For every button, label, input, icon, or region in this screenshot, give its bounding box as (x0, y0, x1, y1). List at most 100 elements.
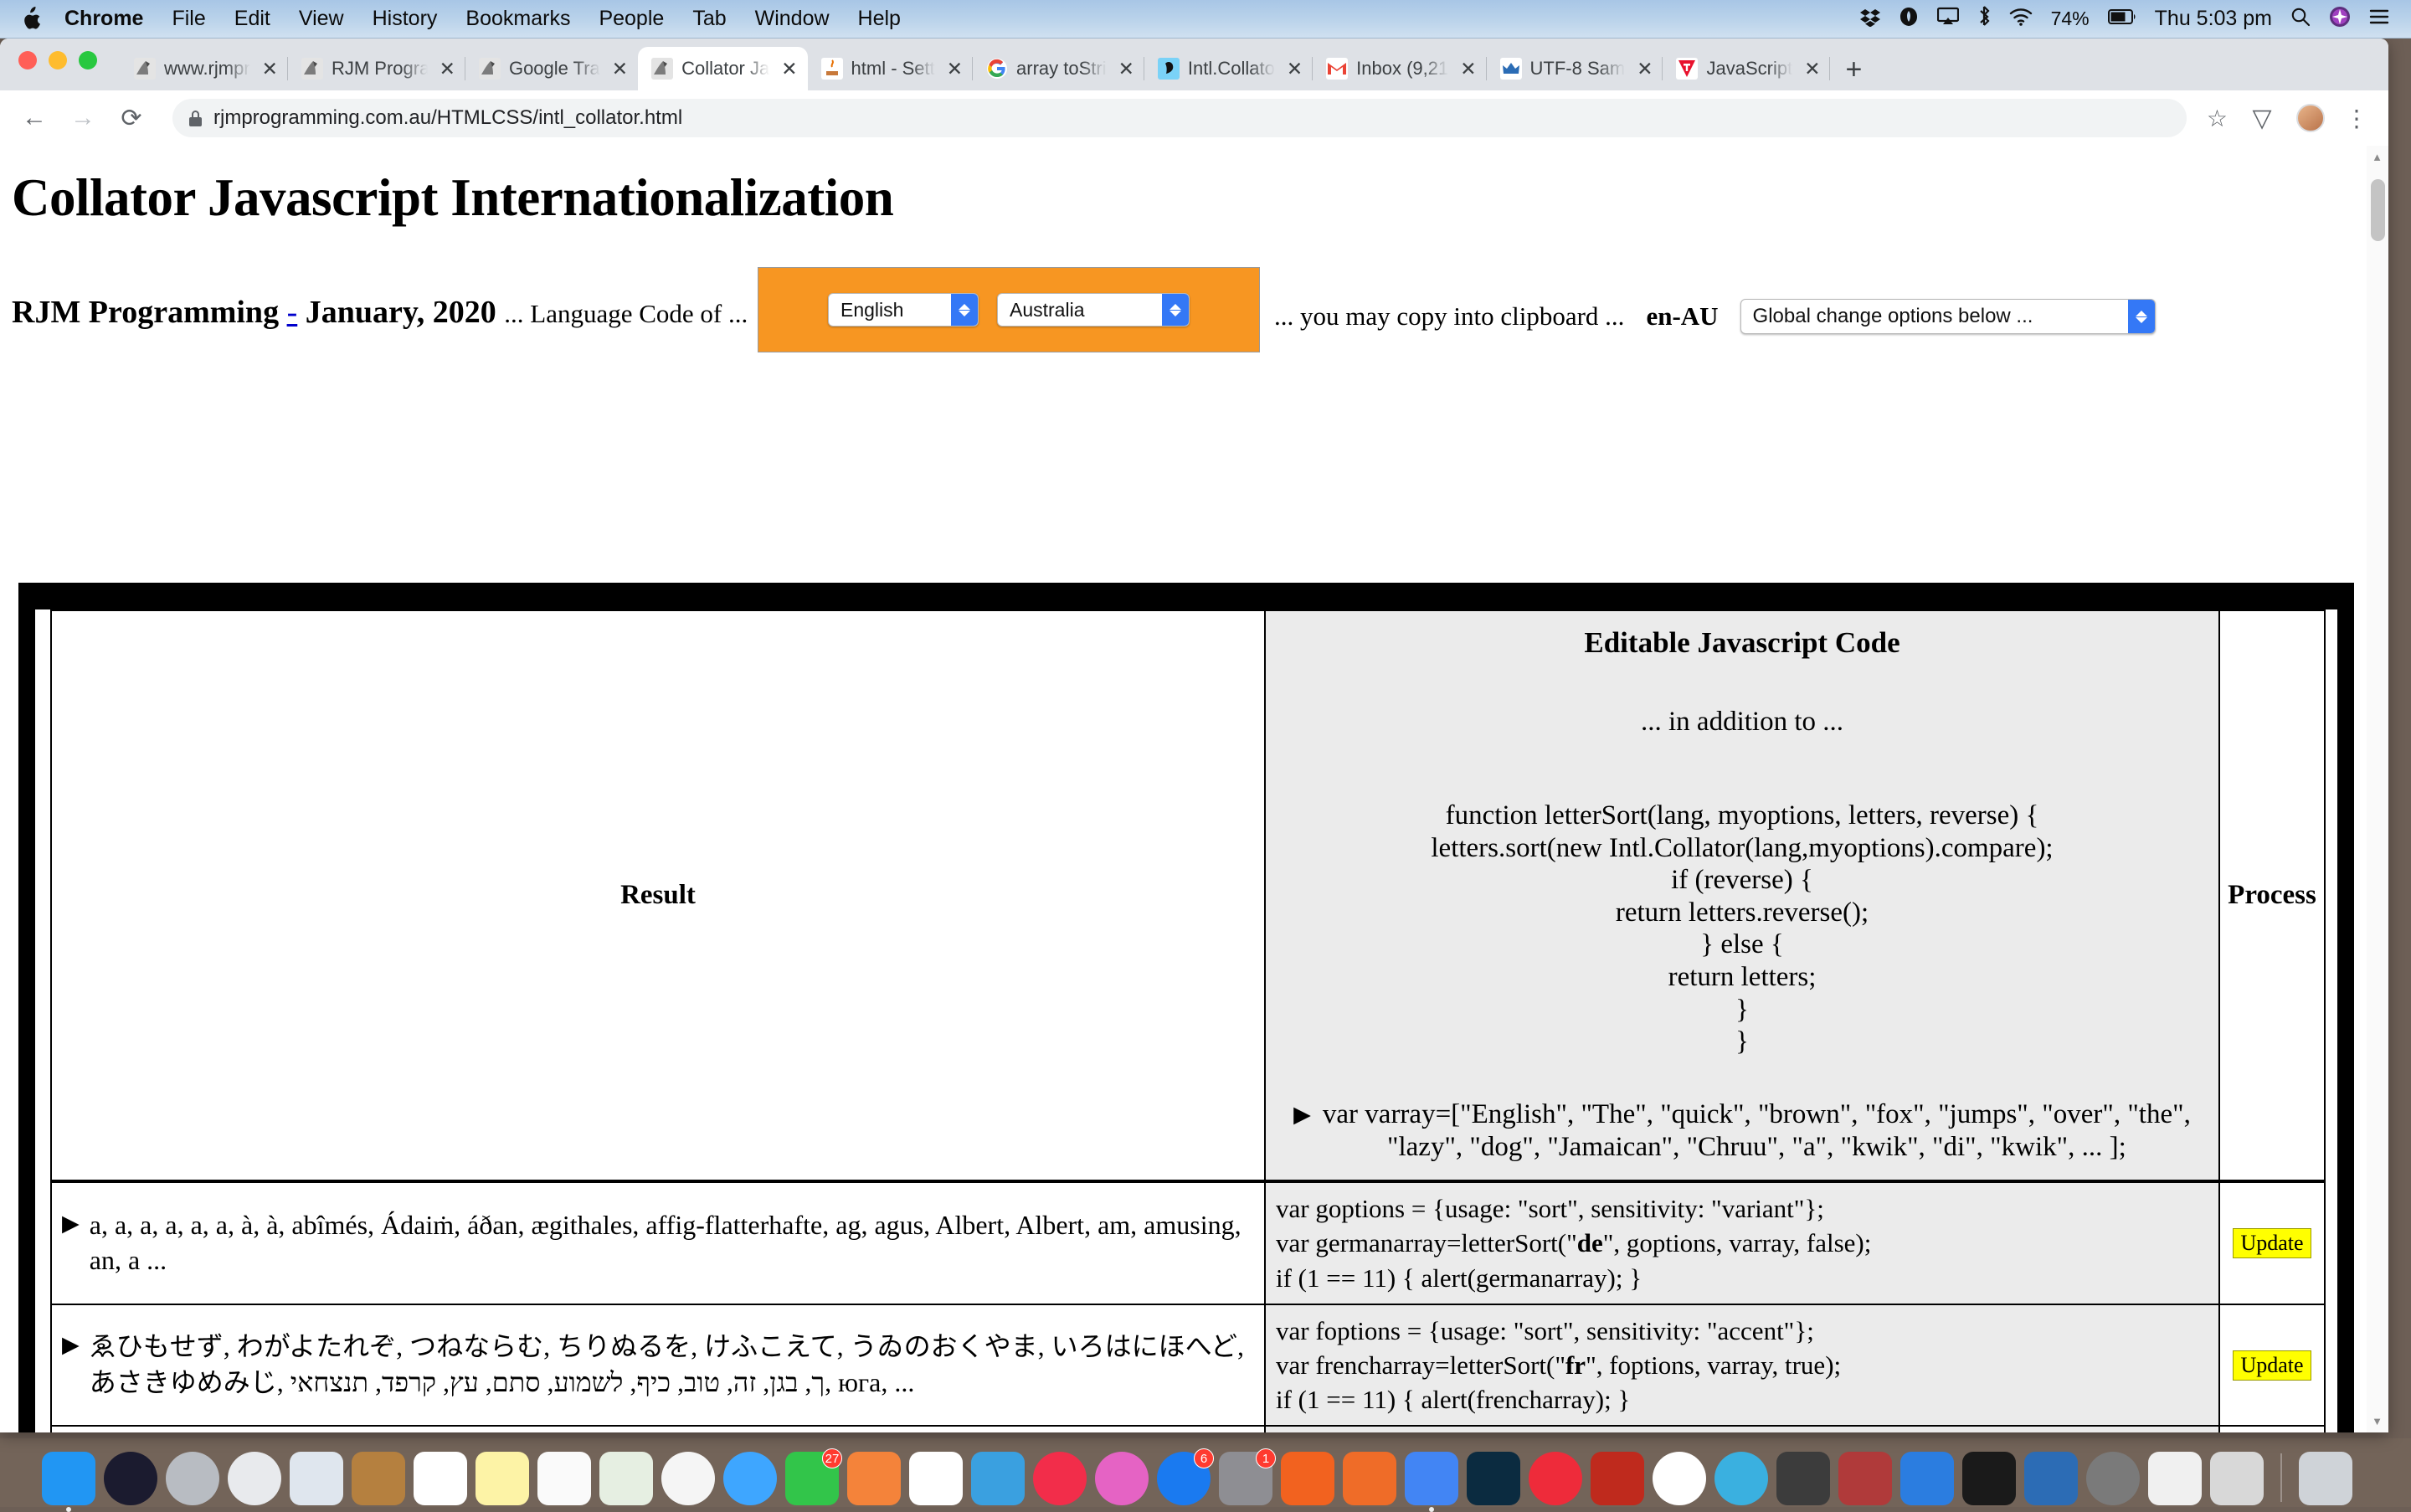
dock-item-transmit[interactable] (1714, 1452, 1768, 1505)
dock-item-terminal[interactable] (1962, 1452, 2016, 1505)
close-tab-icon[interactable]: ✕ (1457, 58, 1476, 80)
browser-tab[interactable]: RJM Progra ✕ (288, 47, 465, 90)
dock-item-contacts[interactable] (352, 1452, 405, 1505)
dock-item-photoshop[interactable] (1467, 1452, 1520, 1505)
minimize-window-button[interactable] (49, 51, 67, 69)
chrome-menu-icon[interactable]: ⋮ (2345, 105, 2368, 132)
scroll-down-arrow[interactable]: ▼ (2372, 1415, 2383, 1427)
dock-item-calendar[interactable] (414, 1452, 467, 1505)
control-center-icon[interactable] (2369, 8, 2389, 29)
menu-item-bookmarks[interactable]: Bookmarks (451, 7, 584, 31)
close-tab-icon[interactable]: ✕ (259, 58, 278, 80)
scrollbar-thumb[interactable] (2371, 179, 2385, 241)
dock-item-numbers[interactable] (909, 1452, 963, 1505)
menubar-clock[interactable]: Thu 5:03 pm (2155, 7, 2272, 31)
forward-icon[interactable]: → (69, 104, 97, 132)
dropbox-icon[interactable] (1859, 7, 1880, 31)
browser-tab[interactable]: www.rjmpr ✕ (121, 47, 288, 90)
dock-item-launchpad[interactable] (166, 1452, 219, 1505)
browser-tab[interactable]: Collator Ja ✕ (638, 47, 808, 90)
dock-item-avast[interactable] (1281, 1452, 1334, 1505)
close-tab-icon[interactable]: ✕ (1283, 58, 1303, 80)
dock-item-bitdefender[interactable] (1653, 1452, 1706, 1505)
new-tab-button[interactable]: + (1830, 55, 1877, 90)
battery-icon[interactable] (2107, 8, 2136, 29)
scroll-up-arrow[interactable]: ▲ (2372, 151, 2383, 163)
code-editor-cell[interactable]: var foptions = {usage: "sort", sensitivi… (1264, 1303, 2220, 1427)
downloads-icon[interactable]: ▽ (2248, 104, 2276, 133)
update-button[interactable]: Update (2233, 1227, 2311, 1258)
code-editor-cell[interactable]: var goptions = {usage: "sort", sensitivi… (1264, 1181, 2220, 1305)
country-select[interactable]: Australia (997, 293, 1190, 327)
dock-item-firefox[interactable] (1343, 1452, 1396, 1505)
dock-item-notepad[interactable] (2024, 1452, 2078, 1505)
menu-item-file[interactable]: File (157, 7, 219, 31)
airplay-icon[interactable] (1936, 7, 1959, 31)
dock-item-mail[interactable] (290, 1452, 343, 1505)
dock-item-messages[interactable] (723, 1452, 777, 1505)
menu-item-people[interactable]: People (584, 7, 678, 31)
close-window-button[interactable] (18, 51, 37, 69)
dock-item-preview[interactable] (2210, 1452, 2264, 1505)
browser-tab[interactable]: html - Sett ✕ (808, 47, 974, 90)
dock-item-itunes[interactable] (1095, 1452, 1149, 1505)
search-icon[interactable] (2290, 7, 2311, 31)
expand-triangle-icon[interactable]: ▶ (62, 1207, 80, 1240)
menu-item-window[interactable]: Window (741, 7, 844, 31)
byline-dash-link[interactable]: - (287, 295, 298, 330)
close-tab-icon[interactable]: ✕ (436, 58, 455, 80)
browser-tab[interactable]: Inbox (9,21 ✕ (1313, 47, 1487, 90)
dock-item-app-store[interactable]: 6 (1157, 1448, 1214, 1505)
menu-item-tab[interactable]: Tab (678, 7, 740, 31)
dock-item-photos[interactable] (661, 1452, 715, 1505)
menu-item-chrome[interactable]: Chrome (50, 7, 157, 31)
dock-item-filezilla[interactable] (1591, 1452, 1644, 1505)
dock-item-calculator[interactable] (1776, 1452, 1830, 1505)
browser-tab[interactable]: Google Tra ✕ (465, 47, 638, 90)
dock-item-notes[interactable] (476, 1452, 529, 1505)
dock-item-system-preferences[interactable]: 1 (1219, 1448, 1276, 1505)
close-tab-icon[interactable]: ✕ (1801, 58, 1820, 80)
close-tab-icon[interactable]: ✕ (1115, 58, 1134, 80)
dock-item-textedit[interactable] (2148, 1452, 2202, 1505)
dock-item-siri[interactable] (104, 1452, 157, 1505)
expand-triangle-icon[interactable]: ▶ (1293, 1098, 1311, 1131)
apple-logo-icon[interactable] (22, 6, 42, 30)
browser-tab[interactable]: array toStri ✕ (973, 47, 1144, 90)
dock-item-grapher[interactable] (2086, 1452, 2140, 1505)
dock-item-trash[interactable] (2299, 1452, 2352, 1505)
siri-icon[interactable] (2329, 6, 2351, 32)
reload-icon[interactable]: ⟳ (117, 104, 146, 133)
dock-item-facetime[interactable]: 27 (785, 1448, 842, 1505)
maximize-window-button[interactable] (79, 51, 97, 69)
malwarebytes-icon[interactable] (1899, 7, 1919, 31)
bluetooth-icon[interactable] (1977, 6, 1991, 32)
dock-item-keynote[interactable] (971, 1452, 1025, 1505)
browser-tab[interactable]: UTF-8 Sam ✕ (1487, 47, 1663, 90)
global-options-select[interactable]: Global change options below ... (1740, 299, 2156, 334)
dock-item-opera[interactable] (1529, 1452, 1582, 1505)
editable-code-cell[interactable]: Editable Javascript Code ... in addition… (1264, 609, 2220, 1182)
close-tab-icon[interactable]: ✕ (943, 58, 963, 80)
dock-item-pages[interactable] (847, 1452, 901, 1505)
menu-item-help[interactable]: Help (844, 7, 915, 31)
code-editor-cell[interactable]: var joptions = {usage: "sort", sensitivi… (1264, 1425, 2220, 1432)
browser-tab[interactable]: Intl.Collato ✕ (1144, 47, 1313, 90)
bookmark-star-icon[interactable]: ☆ (2207, 105, 2228, 132)
language-select[interactable]: English (828, 293, 979, 327)
dock-item-finder[interactable] (42, 1452, 95, 1512)
menu-item-edit[interactable]: Edit (220, 7, 285, 31)
close-tab-icon[interactable]: ✕ (778, 58, 797, 80)
dock-item-xcode[interactable] (1900, 1452, 1954, 1505)
dock-item-utility[interactable] (1838, 1452, 1892, 1505)
dock-item-reminders[interactable] (537, 1452, 591, 1505)
update-button[interactable]: Update (2233, 1350, 2311, 1381)
back-icon[interactable]: ← (20, 104, 49, 132)
wifi-icon[interactable] (2009, 8, 2033, 30)
address-bar[interactable]: rjmprogramming.com.au/HTMLCSS/intl_colla… (172, 99, 2187, 137)
close-tab-icon[interactable]: ✕ (609, 58, 628, 80)
dock-item-news[interactable] (1033, 1452, 1087, 1505)
menu-item-view[interactable]: View (285, 7, 358, 31)
profile-avatar[interactable] (2296, 104, 2325, 132)
menu-item-history[interactable]: History (358, 7, 452, 31)
